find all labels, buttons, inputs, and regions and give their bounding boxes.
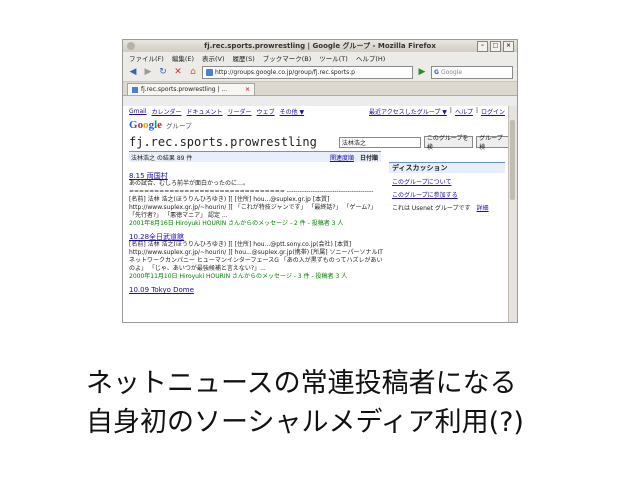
web-search-placeholder: Google <box>440 68 463 76</box>
link-help[interactable]: ヘルプ <box>455 107 473 116</box>
menu-history[interactable]: 履歴(S) <box>233 53 255 63</box>
tab-close-icon[interactable]: × <box>245 86 250 93</box>
result-meta: 2001年8月16日 Hiroyuki HOURIN さんからのメッセージ - … <box>129 220 344 227</box>
logo-row: Google グループ <box>123 117 509 133</box>
group-search-input[interactable]: 法林浩之 <box>338 136 421 148</box>
result-title[interactable]: 10.28全日武道館 <box>129 233 383 241</box>
result-snippet: あの試合、むしろ前半が面白かったのに…。 ===================… <box>129 180 377 219</box>
scrollbar-thumb[interactable] <box>510 120 515 200</box>
window-menu-icon[interactable] <box>127 42 135 50</box>
vertical-scrollbar[interactable] <box>508 106 517 322</box>
reload-icon[interactable]: ↻ <box>157 66 169 78</box>
menu-file[interactable]: ファイル(F) <box>129 53 164 63</box>
link-documents[interactable]: ドキュメント <box>187 107 223 116</box>
google-top-links: Gmail カレンダー ドキュメント リーダー ウェブ その他 ▼ 最近アクセス… <box>129 107 505 116</box>
logo-subtitle: グループ <box>166 122 192 130</box>
tab-label: fj.rec.sports.prowrestling | ... <box>141 86 228 93</box>
link-web[interactable]: ウェブ <box>257 107 275 116</box>
google-search-engine-icon[interactable]: G <box>434 69 439 76</box>
usenet-line: これは Usenet グループです 詳細 <box>392 203 505 212</box>
usenet-details-link[interactable]: 詳細 <box>477 203 489 212</box>
menu-help[interactable]: ヘルプ(H) <box>356 53 385 63</box>
web-search-box[interactable]: G Google <box>431 65 513 79</box>
menu-bookmarks[interactable]: ブックマーク(B) <box>263 53 312 63</box>
search-this-group-button[interactable]: このグループを検 <box>423 135 474 151</box>
page-content: Gmail カレンダー ドキュメント リーダー ウェブ その他 ▼ 最近アクセス… <box>123 106 509 322</box>
list-item: 10.28全日武道館 [名前] 法林 浩之(ほうりんひろゆき) ][ [住所] … <box>129 233 383 281</box>
result-meta: 2000年11月10日 Hiroyuki HOURIN さんからのメッセージ -… <box>129 273 348 280</box>
close-icon[interactable]: × <box>503 41 514 52</box>
browser-screenshot: fj.rec.sports.prowrestling | Google グループ… <box>122 39 518 323</box>
sidebar: ディスカッション このグループについて このグループに参加する これは Usen… <box>389 162 505 212</box>
minimize-icon[interactable]: – <box>477 41 488 52</box>
sidebar-heading: ディスカッション <box>389 162 505 173</box>
back-icon[interactable]: ◀ <box>127 66 139 78</box>
home-icon[interactable]: ⌂ <box>187 66 199 78</box>
google-logo[interactable]: Google <box>129 119 162 131</box>
search-groups-button[interactable]: グループ検 <box>476 135 509 151</box>
result-snippet: [名前] 法林 浩之(ほうりんひろゆき) ][ [住所] hou...@ptt.… <box>129 241 383 272</box>
navigation-toolbar: ◀ ▶ ↻ ✕ ⌂ http://groups.google.co.jp/gro… <box>123 63 517 82</box>
tab-favicon-icon <box>132 86 138 93</box>
caption-line-1: ネットニュースの常連投稿者になる <box>86 368 517 399</box>
tab-active[interactable]: fj.rec.sports.prowrestling | ... × <box>127 83 255 95</box>
results-summary: 法林浩之 の結果 89 件 <box>131 154 193 162</box>
menu-tools[interactable]: ツール(T) <box>319 53 348 63</box>
results-list: 8.15 両国村 あの試合、むしろ前半が面白かったのに…。 ==========… <box>129 172 383 299</box>
sort-relevance-link[interactable]: 関連度順 <box>330 153 360 162</box>
group-header: fj.rec.sports.prowrestling 法林浩之 このグループを検… <box>123 133 509 151</box>
window-title: fj.rec.sports.prowrestling | Google グループ… <box>204 42 436 50</box>
go-icon[interactable]: ▶ <box>416 66 428 78</box>
list-item: 10.09 Tokyo Dome <box>129 286 383 294</box>
menu-bar: ファイル(F) 編集(E) 表示(V) 履歴(S) ブックマーク(B) ツール(… <box>123 52 517 63</box>
link-calendar[interactable]: カレンダー <box>152 107 182 116</box>
forward-icon[interactable]: ▶ <box>142 66 154 78</box>
url-bar[interactable]: http://groups.google.co.jp/group/fj.rec.… <box>202 65 413 79</box>
about-group-link[interactable]: このグループについて <box>392 177 505 186</box>
tab-strip: fj.rec.sports.prowrestling | ... × <box>123 82 517 96</box>
link-recent-groups[interactable]: 最近アクセスしたグループ ▼ <box>369 107 447 116</box>
window-titlebar: fj.rec.sports.prowrestling | Google グループ… <box>123 40 517 52</box>
result-title[interactable]: 10.09 Tokyo Dome <box>129 286 383 294</box>
link-reader[interactable]: リーダー <box>228 107 252 116</box>
maximize-icon[interactable]: □ <box>490 41 501 52</box>
join-group-link[interactable]: このグループに参加する <box>392 190 505 199</box>
stop-icon[interactable]: ✕ <box>172 66 184 78</box>
list-item: 8.15 両国村 あの試合、むしろ前半が面白かったのに…。 ==========… <box>129 172 383 228</box>
sort-date-label: 日付順 <box>359 154 378 162</box>
url-text: http://groups.google.co.jp/group/fj.rec.… <box>215 68 355 76</box>
usenet-text: これは Usenet グループです <box>392 205 471 212</box>
site-favicon-icon <box>206 68 213 76</box>
result-title[interactable]: 8.15 両国村 <box>129 172 383 180</box>
link-login[interactable]: ログイン <box>481 107 505 116</box>
results-header: 法林浩之 の結果 89 件 関連度順 日付順 <box>129 151 381 162</box>
link-gmail[interactable]: Gmail <box>129 108 147 115</box>
caption-line-2: 自身初のソーシャルメディア利用(?) <box>86 407 524 438</box>
window-controls: – □ × <box>477 41 514 52</box>
group-name: fj.rec.sports.prowrestling <box>129 135 317 149</box>
menu-view[interactable]: 表示(V) <box>202 53 225 63</box>
menu-edit[interactable]: 編集(E) <box>172 53 194 63</box>
link-more[interactable]: その他 ▼ <box>280 107 305 116</box>
